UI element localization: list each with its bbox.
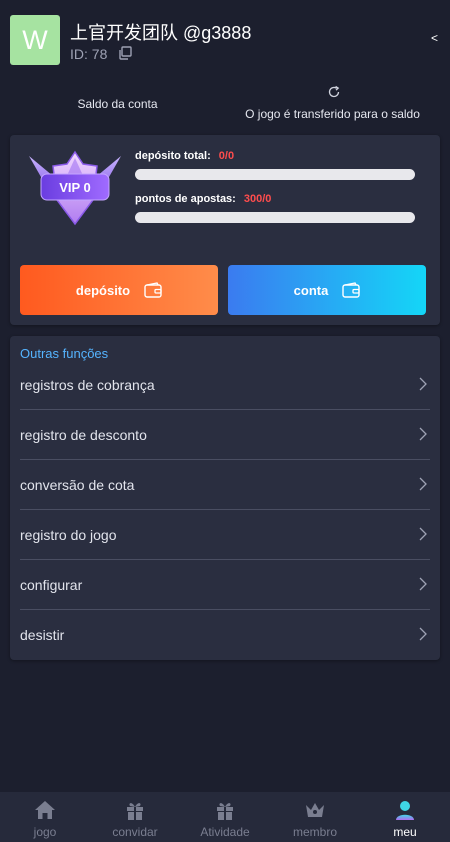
deposit-total-row: depósito total: 0/0 <box>135 150 234 162</box>
menu-item-logout[interactable]: desistir <box>20 610 430 660</box>
deposit-progress-bar <box>135 169 415 180</box>
chevron-right-icon <box>419 627 427 641</box>
menu-item-label: registros de cobrança <box>20 377 155 393</box>
bet-points-row: pontos de apostas: 300/0 <box>135 193 271 205</box>
menu-item-label: desistir <box>20 627 65 643</box>
crown-icon <box>306 803 324 817</box>
profile-header: W 上官开发团队 @g3888 ID: 78 < <box>0 0 450 80</box>
menu-item-label: registro do jogo <box>20 527 117 543</box>
bet-points-progress-bar <box>135 212 415 223</box>
avatar[interactable]: W <box>10 15 60 65</box>
account-button-label: conta <box>293 282 329 298</box>
menu-item-label: configurar <box>20 577 83 593</box>
house-icon <box>35 801 55 819</box>
chevron-right-icon <box>419 577 427 591</box>
deposit-total-value: 0/0 <box>218 150 235 162</box>
user-icon <box>396 801 414 820</box>
nav-label: convidar <box>112 825 158 839</box>
menu-item-discount-records[interactable]: registro de desconto <box>20 410 430 460</box>
deposit-total-label: depósito total: <box>135 150 211 162</box>
wallet-icon <box>342 282 361 298</box>
nav-item-atividade[interactable]: Atividade <box>180 792 270 842</box>
nav-label: membro <box>292 825 337 839</box>
vip-level: VIP 0 <box>59 180 91 195</box>
nav-item-membro[interactable]: membro <box>270 792 360 842</box>
other-functions-card: Outras funções registros de cobrança reg… <box>10 336 440 660</box>
chevron-right-icon <box>419 527 427 541</box>
transfer-to-balance-link[interactable]: O jogo é transferido para o saldo <box>235 107 430 121</box>
chevron-right-icon <box>419 477 427 491</box>
bet-points-value: 300/0 <box>243 193 272 205</box>
menu-item-settings[interactable]: configurar <box>20 560 430 610</box>
wallet-icon <box>144 282 162 298</box>
deposit-button-label: depósito <box>75 282 131 298</box>
copy-icon[interactable] <box>118 46 132 60</box>
menu-item-label: conversão de cota <box>20 477 135 493</box>
nav-item-jogo[interactable]: jogo <box>0 792 90 842</box>
account-balance-label: Saldo da conta <box>77 97 158 111</box>
back-button[interactable]: < <box>431 31 438 45</box>
nav-item-convidar[interactable]: convidar <box>90 792 180 842</box>
deposit-button[interactable]: depósito <box>20 265 218 315</box>
nav-label: jogo <box>33 825 57 839</box>
nav-label: meu <box>393 825 417 839</box>
chevron-right-icon <box>419 427 427 441</box>
user-id: ID: 78 <box>70 46 108 62</box>
gift-icon <box>127 803 143 820</box>
menu-item-game-records[interactable]: registro do jogo <box>20 510 430 560</box>
account-button[interactable]: conta <box>228 265 426 315</box>
refresh-icon[interactable] <box>327 85 341 99</box>
other-functions-title: Outras funções <box>20 346 109 361</box>
vip-card: VIP 0 depósito total: 0/0 pontos de apost… <box>10 135 440 325</box>
bottom-nav: jogo convidar Atividade membro meu <box>0 792 450 842</box>
menu-item-quota-conversion[interactable]: conversão de cota <box>20 460 430 510</box>
nav-item-meu[interactable]: meu <box>360 792 450 842</box>
bet-points-label: pontos de apostas: <box>135 193 236 205</box>
menu-item-label: registro de desconto <box>20 427 147 443</box>
menu-item-billing-records[interactable]: registros de cobrança <box>20 360 430 410</box>
user-name: 上官开发团队 @g3888 <box>70 23 252 43</box>
chevron-right-icon <box>419 377 427 391</box>
nav-label: Atividade <box>200 825 250 839</box>
gift-icon <box>217 803 233 820</box>
